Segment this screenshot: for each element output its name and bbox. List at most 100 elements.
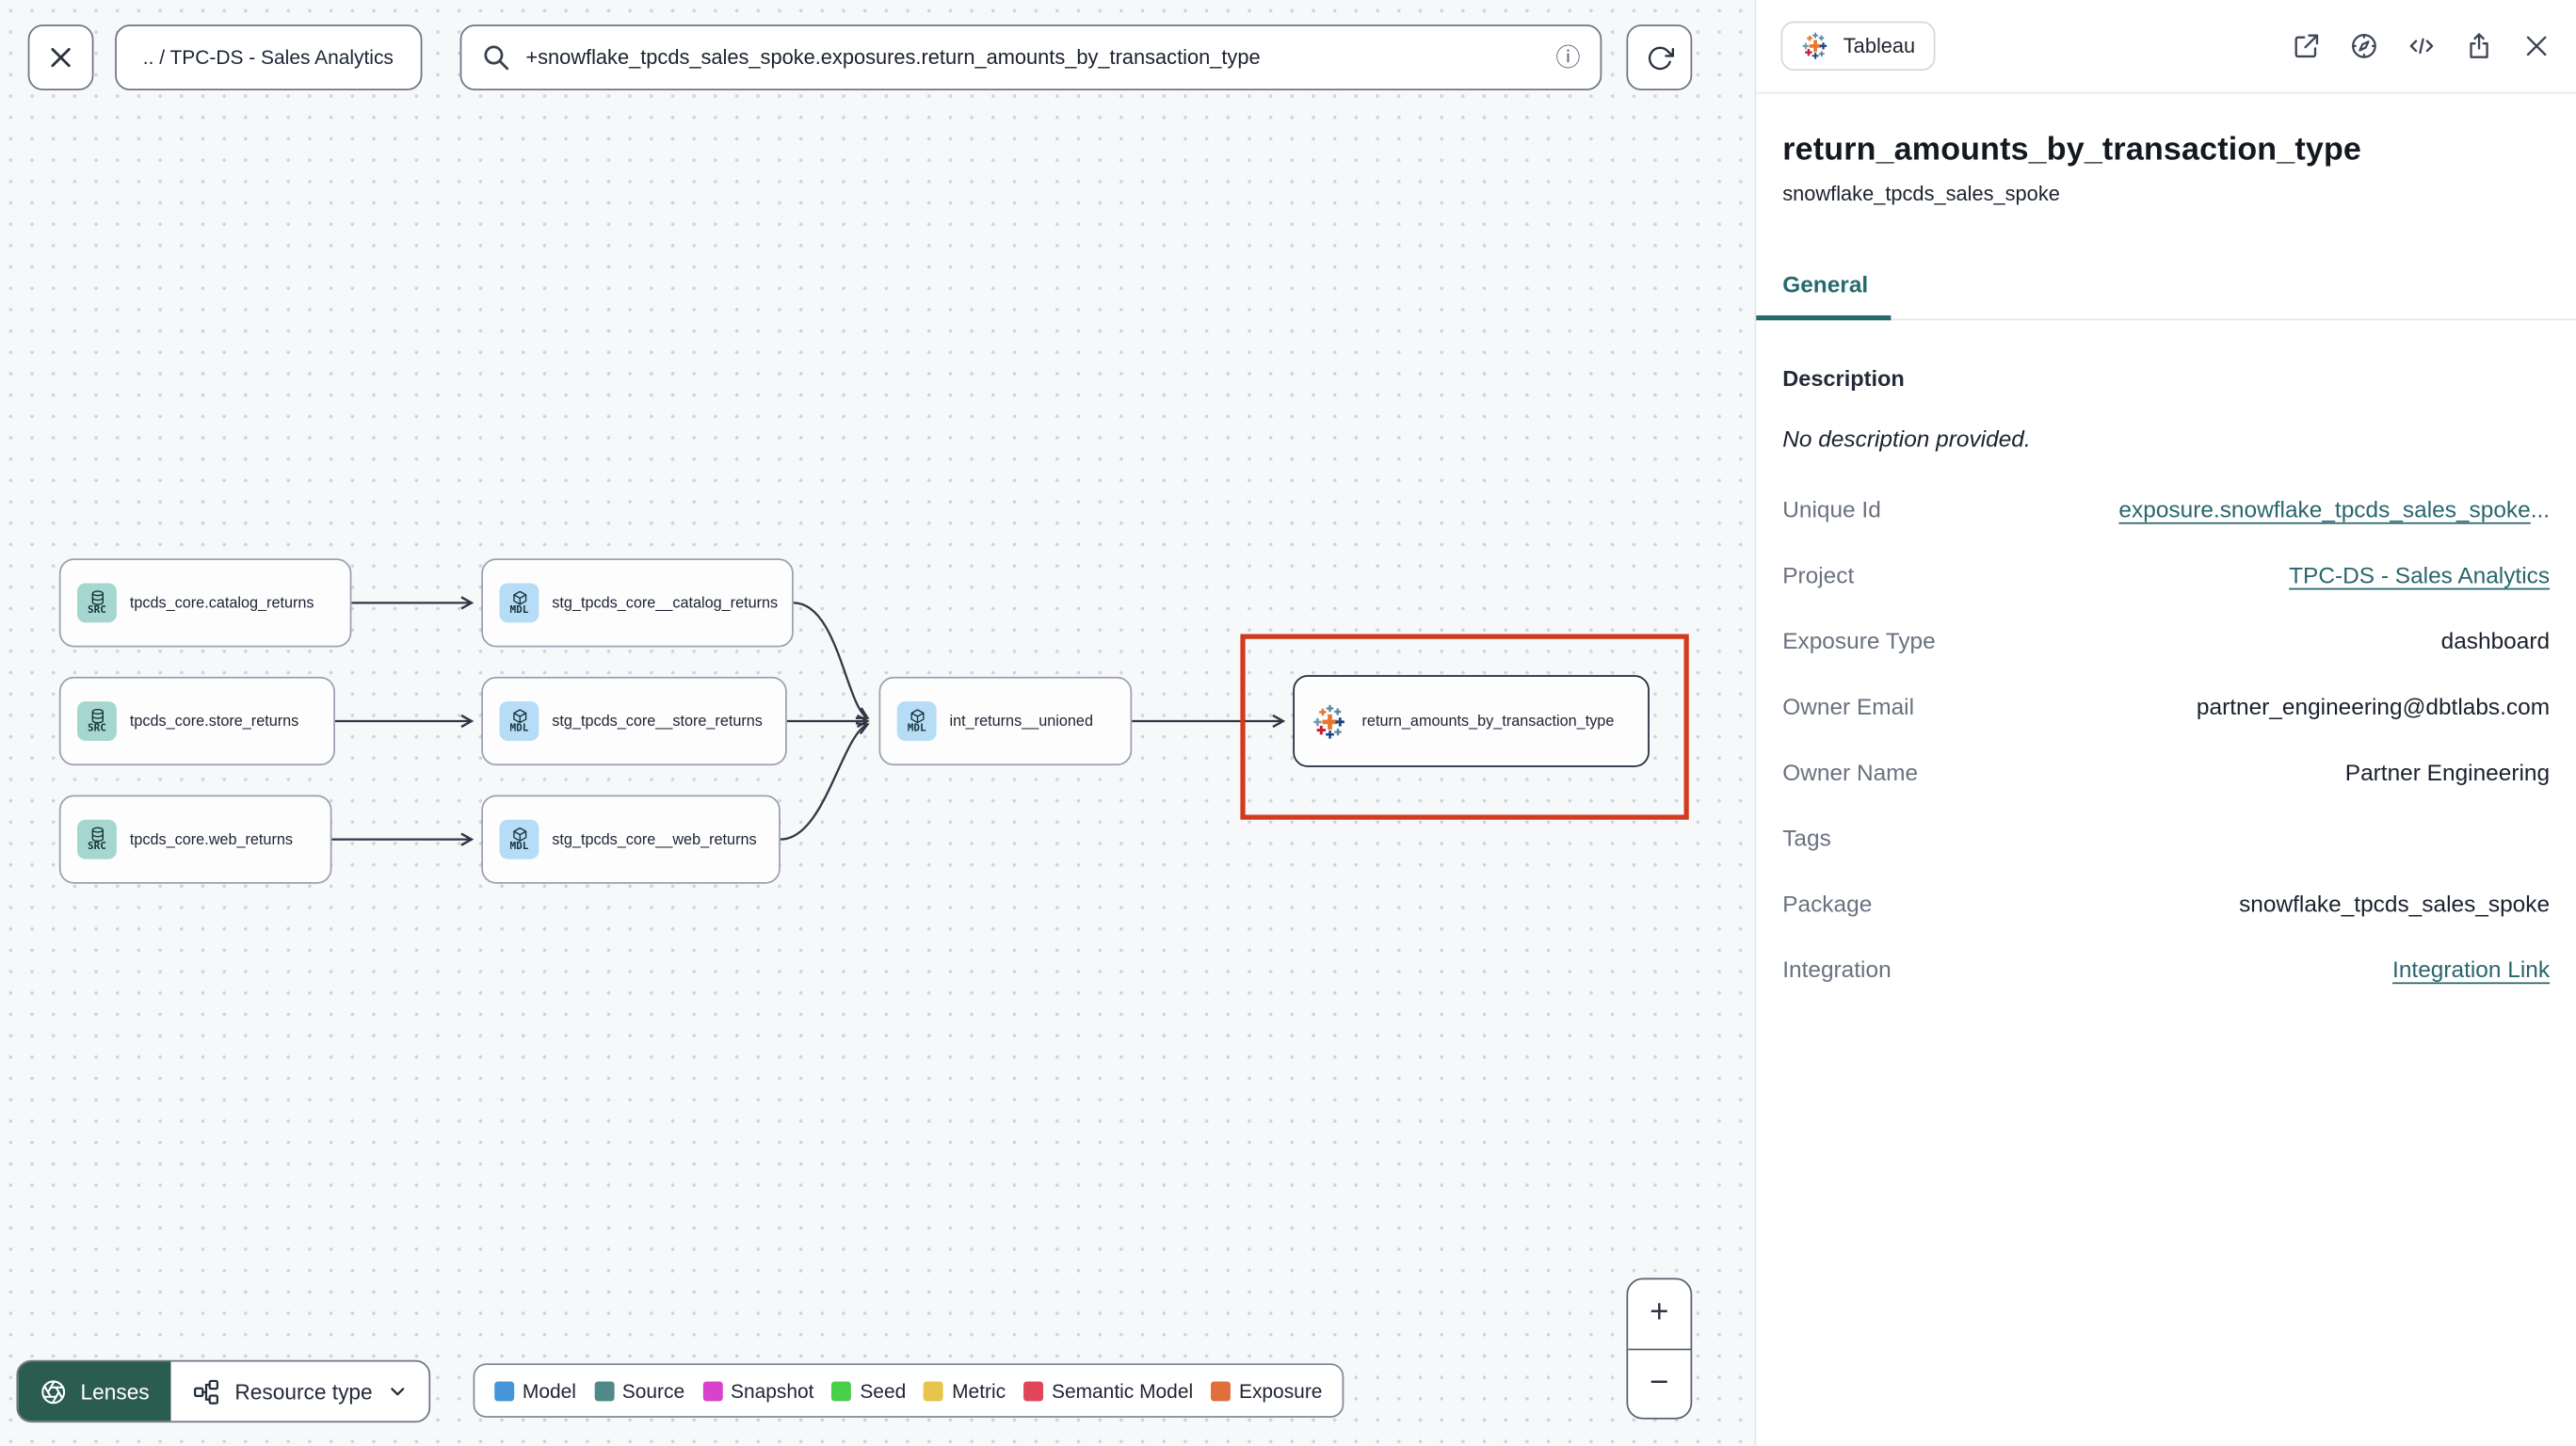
lineage-node-exposure-return-amounts[interactable]: return_amounts_by_transaction_type: [1293, 675, 1650, 767]
share-icon: [2470, 33, 2488, 58]
view-code-button[interactable]: [2407, 31, 2436, 60]
package-value: snowflake_tpcds_sales_spoke: [2239, 890, 2551, 917]
model-badge: MDL: [499, 583, 539, 623]
cube-icon: [510, 707, 528, 723]
refresh-lineage-button[interactable]: [1626, 24, 1693, 90]
legend-item: Seed: [831, 1379, 906, 1402]
resource-type-label: Resource type: [234, 1378, 373, 1405]
field-row-exposure-type: Exposure Type dashboard: [1782, 627, 2551, 654]
integration-link[interactable]: Integration Link: [2392, 956, 2550, 983]
lineage-node-stg-store-returns[interactable]: MDL stg_tpcds_core__store_returns: [481, 676, 787, 766]
integration-badge[interactable]: Tableau: [1780, 21, 1936, 72]
source-badge: SRC: [77, 819, 117, 860]
page-title: return_amounts_by_transaction_type: [1782, 131, 2362, 168]
hierarchy-icon: [193, 1378, 218, 1404]
refresh-icon: [1648, 45, 1674, 70]
lenses-button[interactable]: Lenses: [18, 1361, 171, 1422]
lineage-node-source-catalog-returns[interactable]: SRC tpcds_core.catalog_returns: [58, 558, 352, 648]
legend-swatch-snapshot: [702, 1380, 723, 1401]
owner-email-value: partner_engineering@dbtlabs.com: [2196, 693, 2551, 720]
lineage-controls: Lenses Resource type: [16, 1359, 430, 1423]
tab-general[interactable]: General: [1756, 271, 1892, 321]
explore-button[interactable]: [2349, 31, 2378, 60]
source-badge: SRC: [77, 583, 117, 623]
details-panel-content: return_amounts_by_transaction_type snowf…: [1756, 132, 2576, 983]
node-label: tpcds_core.web_returns: [129, 830, 294, 848]
legend-item: Source: [594, 1379, 684, 1402]
close-panel-button[interactable]: [2521, 31, 2551, 60]
share-button[interactable]: [2464, 31, 2493, 60]
legend-item: Exposure: [1211, 1379, 1322, 1402]
node-label: return_amounts_by_transaction_type: [1361, 713, 1615, 730]
cube-icon: [510, 826, 528, 842]
legend-swatch-model: [494, 1380, 515, 1401]
database-icon: [88, 826, 105, 842]
details-panel-header: Tableau: [1756, 0, 2576, 94]
lineage-search[interactable]: ⓘ: [459, 24, 1602, 90]
lineage-node-int-returns-unioned[interactable]: MDL int_returns__unioned: [878, 676, 1133, 766]
node-label: int_returns__unioned: [949, 713, 1093, 730]
model-badge: MDL: [499, 701, 539, 741]
field-row-package: Package snowflake_tpcds_sales_spoke: [1782, 890, 2551, 917]
zoom-in-button[interactable]: +: [1628, 1279, 1690, 1347]
close-icon: [51, 47, 71, 68]
search-icon: [481, 42, 510, 72]
legend-item: Semantic Model: [1023, 1379, 1193, 1402]
field-row-project: Project TPC-DS - Sales Analytics: [1782, 561, 2551, 588]
info-icon[interactable]: ⓘ: [1555, 45, 1580, 70]
field-row-owner-name: Owner Name Partner Engineering: [1782, 759, 2551, 786]
legend-item: Metric: [924, 1379, 1006, 1402]
zoom-out-button[interactable]: −: [1628, 1347, 1691, 1418]
close-lineage-button[interactable]: [27, 24, 94, 90]
node-label: stg_tpcds_core__store_returns: [552, 713, 763, 730]
lineage-node-stg-web-returns[interactable]: MDL stg_tpcds_core__web_returns: [481, 795, 781, 884]
description-heading: Description: [1782, 366, 1905, 392]
compass-icon: [2352, 33, 2376, 58]
lineage-node-source-store-returns[interactable]: SRC tpcds_core.store_returns: [58, 676, 335, 766]
open-in-new-icon: [2294, 34, 2319, 58]
breadcrumb[interactable]: .. / TPC-DS - Sales Analytics: [115, 24, 422, 90]
model-badge: MDL: [896, 701, 937, 741]
truncation-ellipsis: ...: [2530, 495, 2551, 522]
breadcrumb-label: .. / TPC-DS - Sales Analytics: [142, 45, 394, 70]
exposure-type-value: dashboard: [2440, 627, 2551, 654]
details-panel: Tableau return_amounts_by_transaction_ty…: [1754, 0, 2576, 1446]
field-list: Unique Id exposure.snowflake_tpcds_sales…: [1782, 496, 2550, 982]
resource-type-dropdown[interactable]: Resource type: [170, 1362, 428, 1422]
model-badge: MDL: [499, 819, 539, 860]
lineage-node-stg-catalog-returns[interactable]: MDL stg_tpcds_core__catalog_returns: [481, 558, 794, 648]
field-row-integration: Integration Integration Link: [1782, 956, 2551, 983]
tableau-logo-icon: [1311, 702, 1348, 740]
resource-type-legend: Model Source Snapshot Seed Metric Semant…: [473, 1363, 1344, 1418]
legend-swatch-metric: [924, 1380, 944, 1401]
node-label: tpcds_core.store_returns: [129, 713, 299, 730]
node-label: tpcds_core.catalog_returns: [129, 594, 314, 612]
lineage-canvas[interactable]: .. / TPC-DS - Sales Analytics ⓘ SRC tpc: [0, 0, 1755, 1446]
legend-item: Snapshot: [702, 1379, 813, 1402]
legend-swatch-seed: [831, 1380, 852, 1401]
code-icon: [2409, 38, 2434, 55]
integration-badge-label: Tableau: [1843, 34, 1916, 58]
legend-swatch-source: [594, 1380, 615, 1401]
panel-action-icons: [2292, 31, 2552, 60]
chevron-down-icon: [390, 1388, 404, 1396]
tableau-logo-icon: [1800, 31, 1829, 60]
cube-icon: [908, 707, 926, 723]
project-link[interactable]: TPC-DS - Sales Analytics: [2289, 562, 2550, 588]
open-in-new-button[interactable]: [2292, 31, 2321, 60]
lineage-node-source-web-returns[interactable]: SRC tpcds_core.web_returns: [58, 795, 332, 884]
source-badge: SRC: [77, 701, 117, 741]
aperture-icon: [41, 1379, 66, 1404]
owner-name-value: Partner Engineering: [2344, 759, 2551, 786]
legend-swatch-exposure: [1211, 1380, 1232, 1401]
cube-icon: [510, 589, 528, 605]
panel-tabs: General: [1756, 271, 2576, 321]
search-input[interactable]: [525, 45, 1541, 70]
legend-item: Model: [494, 1379, 576, 1402]
unique-id-link[interactable]: exposure.snowflake_tpcds_sales_spoke: [2118, 496, 2530, 522]
zoom-controls: + −: [1626, 1277, 1693, 1420]
field-row-unique-id: Unique Id exposure.snowflake_tpcds_sales…: [1782, 495, 2551, 522]
legend-swatch-semantic-model: [1023, 1380, 1044, 1401]
field-row-tags: Tags: [1782, 824, 1831, 851]
database-icon: [88, 707, 105, 723]
